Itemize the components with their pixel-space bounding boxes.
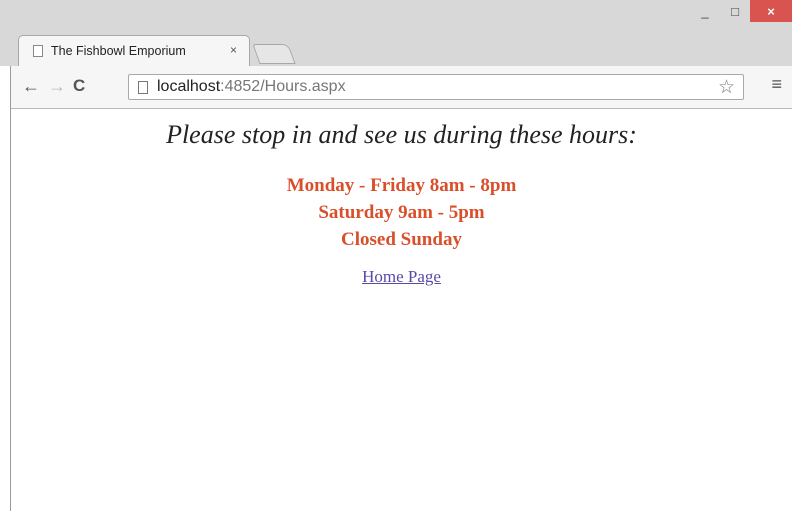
url-text: localhost:4852/Hours.aspx: [157, 78, 346, 96]
title-bar: The Fishbowl Emporium × _ □ ×: [0, 0, 792, 66]
hours-sunday: Closed Sunday: [341, 229, 462, 250]
close-window-button[interactable]: ×: [750, 0, 792, 22]
forward-icon[interactable]: →: [48, 76, 66, 96]
hours-list: Monday - Friday 8am - 8pm Saturday 9am -…: [11, 172, 792, 253]
close-tab-icon[interactable]: ×: [230, 43, 237, 57]
browser-tab[interactable]: The Fishbowl Emporium ×: [18, 35, 250, 66]
browser-toolbar: ← → C localhost:4852/Hours.aspx ☆ ≡: [10, 66, 792, 109]
new-tab-button[interactable]: [252, 44, 296, 64]
page-content: Please stop in and see us during these h…: [11, 110, 792, 511]
menu-icon[interactable]: ≡: [771, 74, 782, 95]
address-bar[interactable]: localhost:4852/Hours.aspx ☆: [128, 74, 744, 100]
hours-weekday: Monday - Friday 8am - 8pm: [286, 175, 517, 196]
reload-icon[interactable]: C: [73, 76, 85, 96]
maximize-button[interactable]: □: [720, 0, 750, 22]
window-controls: _ □ ×: [690, 0, 792, 24]
browser-window: The Fishbowl Emporium × _ □ × ← → C loca…: [0, 0, 792, 511]
minimize-button[interactable]: _: [690, 0, 720, 22]
url-host: localhost: [157, 78, 221, 95]
hours-saturday: Saturday 9am - 5pm: [318, 202, 485, 223]
page-heading: Please stop in and see us during these h…: [166, 120, 637, 149]
tab-title: The Fishbowl Emporium: [51, 44, 186, 58]
home-page-link[interactable]: Home Page: [362, 267, 441, 287]
bookmark-star-icon[interactable]: ☆: [718, 76, 735, 99]
back-icon[interactable]: ←: [22, 76, 40, 96]
page-icon: [138, 81, 148, 94]
page-icon: [33, 45, 43, 57]
url-path: :4852/Hours.aspx: [220, 78, 346, 95]
